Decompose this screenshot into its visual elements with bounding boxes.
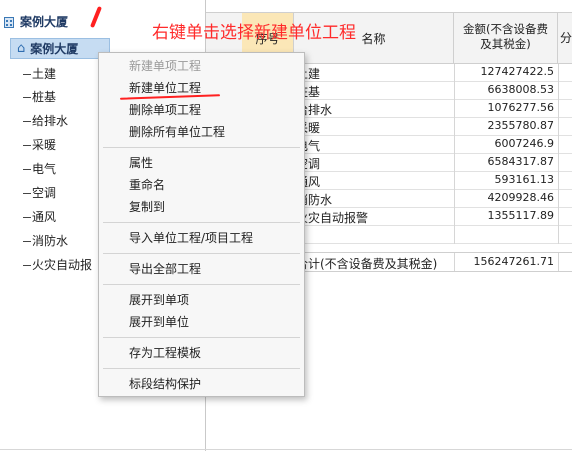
tree-item-label: 火灾自动报 — [32, 258, 93, 272]
tree-item[interactable]: 电气 — [23, 161, 56, 177]
row-amount: 6584317.87 — [487, 155, 554, 168]
header-amount[interactable]: 金额(不含设备费 及其税金) — [454, 13, 558, 63]
home-icon: ⌂ — [17, 41, 26, 56]
menu-separator — [103, 368, 300, 369]
row-name: 火灾自动报警 — [296, 211, 369, 225]
row-amount: 1076277.56 — [487, 101, 554, 114]
header-name-label: 名称 — [361, 31, 386, 46]
menu-item-properties[interactable]: 属性 — [129, 154, 153, 172]
tree-item[interactable]: 桩基 — [23, 89, 56, 105]
tree-item-label: 给排水 — [32, 114, 69, 128]
tree-item-label: 消防水 — [32, 234, 69, 248]
tree-selected-node[interactable]: ⌂ 案例大厦 — [10, 38, 110, 59]
tree-item-label: 土建 — [32, 67, 57, 81]
tree-item[interactable]: 给排水 — [23, 113, 68, 129]
menu-item-expand-to-unit[interactable]: 展开到单位 — [129, 313, 189, 331]
tree-selected-label: 案例大厦 — [30, 42, 79, 56]
menu-separator — [103, 222, 300, 223]
menu-item-expand-to-single[interactable]: 展开到单项 — [129, 291, 189, 309]
tree-connector — [23, 145, 31, 146]
menu-item-delete-all-unit-projects[interactable]: 删除所有单位工程 — [129, 123, 225, 141]
row-amount: 593161.13 — [494, 173, 555, 186]
table-row[interactable]: 土建 127427422.5 — [294, 64, 572, 82]
tree-item[interactable]: 采暖 — [23, 137, 56, 153]
tree-item-label: 空调 — [32, 186, 57, 200]
context-menu: 新建单项工程 新建单位工程 删除单项工程 删除所有单位工程 属性 重命名 复制到… — [98, 52, 305, 397]
menu-separator — [103, 253, 300, 254]
tree-item[interactable]: 土建 — [23, 66, 56, 82]
table-row[interactable]: 火灾自动报警 1355117.89 — [294, 208, 572, 226]
tree-item-label: 电气 — [32, 162, 57, 176]
tree-item-label: 通风 — [32, 210, 57, 224]
menu-separator — [103, 284, 300, 285]
table-row[interactable]: 电气 6007246.9 — [294, 136, 572, 154]
tree-connector — [23, 193, 31, 194]
tree-item-label: 桩基 — [32, 90, 57, 104]
header-amount-line1: 金额(不含设备费 — [463, 22, 548, 36]
tree-item[interactable]: 通风 — [23, 209, 56, 225]
total-amount: 156247261.71 — [473, 255, 554, 268]
menu-separator — [103, 147, 300, 148]
tree-item[interactable]: 空调 — [23, 185, 56, 201]
row-amount: 127427422.5 — [480, 65, 554, 78]
tree-connector — [23, 97, 31, 98]
table-row[interactable]: 给排水 1076277.56 — [294, 100, 572, 118]
menu-item-import[interactable]: 导入单位工程/项目工程 — [129, 229, 253, 247]
table-row-empty[interactable] — [294, 226, 572, 244]
total-name: 合计(不含设备费及其税金) — [296, 257, 438, 271]
bottom-border — [0, 449, 572, 450]
menu-item-copy-to[interactable]: 复制到 — [129, 198, 165, 216]
row-amount: 2355780.87 — [487, 119, 554, 132]
menu-separator — [103, 337, 300, 338]
header-extra-label: 分 — [560, 31, 572, 45]
table-row[interactable]: 空调 6584317.87 — [294, 154, 572, 172]
menu-item-delete-single-project[interactable]: 删除单项工程 — [129, 101, 201, 119]
table-row[interactable]: 消防水 4209928.46 — [294, 190, 572, 208]
tree-item-label: 采暖 — [32, 138, 57, 152]
tree-connector — [23, 265, 31, 266]
tree-item[interactable]: 消防水 — [23, 233, 68, 249]
row-amount: 6007246.9 — [494, 137, 555, 150]
table-row[interactable]: 通风 593161.13 — [294, 172, 572, 190]
tree-connector — [23, 217, 31, 218]
table-row[interactable]: 采暖 2355780.87 — [294, 118, 572, 136]
menu-item-export-all[interactable]: 导出全部工程 — [129, 260, 201, 278]
header-extra[interactable]: 分 — [558, 13, 572, 63]
tree-item[interactable]: 火灾自动报 — [23, 257, 92, 273]
tree-connector — [23, 169, 31, 170]
row-amount: 1355117.89 — [487, 209, 554, 222]
row-amount: 6638008.53 — [487, 83, 554, 96]
menu-item-new-single-project[interactable]: 新建单项工程 — [129, 57, 201, 75]
header-amount-line2: 及其税金) — [480, 37, 531, 51]
total-row[interactable]: 合计(不含设备费及其税金) 156247261.71 — [294, 252, 572, 272]
tree-connector — [23, 241, 31, 242]
menu-item-rename[interactable]: 重命名 — [129, 176, 165, 194]
menu-item-section-protect[interactable]: 标段结构保护 — [129, 375, 201, 393]
menu-item-save-as-template[interactable]: 存为工程模板 — [129, 344, 201, 362]
tree-root-node[interactable]: 案例大厦 — [2, 12, 68, 30]
tree-root-label: 案例大厦 — [20, 14, 69, 29]
tree-connector — [23, 121, 31, 122]
row-amount: 4209928.46 — [487, 191, 554, 204]
annotation-text: 右键单击选择新建单位工程 — [152, 23, 356, 43]
tree-connector — [23, 74, 31, 75]
table-row[interactable]: 桩基 6638008.53 — [294, 82, 572, 100]
building-icon — [2, 14, 16, 28]
